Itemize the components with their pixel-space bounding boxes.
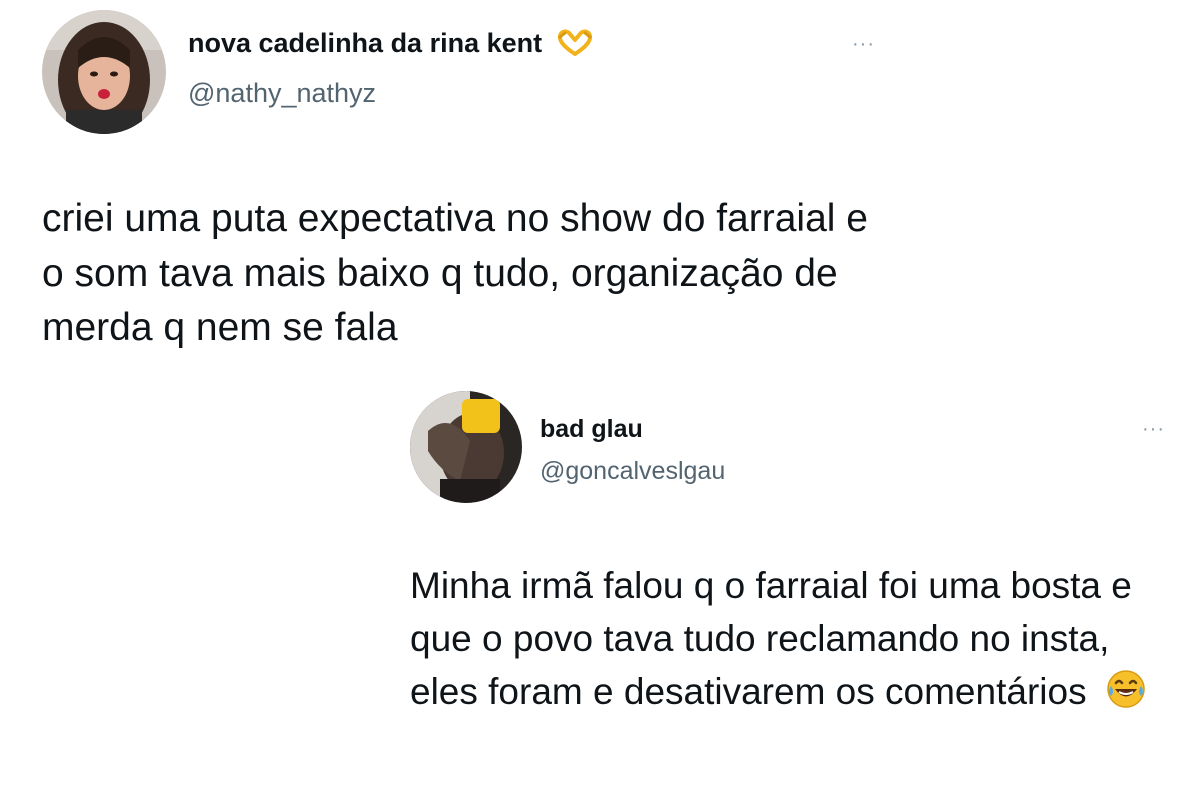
username-handle[interactable]: @goncalveslgau bbox=[540, 457, 725, 486]
heart-hands-icon bbox=[556, 28, 594, 63]
tweet-text: Minha irmã falou q o farraial foi uma bo… bbox=[410, 560, 1170, 725]
display-name[interactable]: nova cadelinha da rina kent bbox=[188, 28, 594, 63]
username-handle[interactable]: @nathy_nathyz bbox=[188, 78, 376, 109]
more-options-icon[interactable]: ··· bbox=[852, 34, 875, 54]
tweet-text: criei uma puta expectativa no show do fa… bbox=[42, 197, 868, 350]
more-options-icon[interactable]: ··· bbox=[1142, 419, 1165, 439]
tweet-2: bad glau @goncalveslgau ··· Minha irmã f… bbox=[400, 385, 1200, 800]
avatar[interactable] bbox=[42, 10, 166, 134]
display-name[interactable]: bad glau bbox=[540, 415, 643, 444]
tweet-1: nova cadelinha da rina kent @nathy_nathy… bbox=[0, 0, 1200, 440]
avatar[interactable] bbox=[410, 391, 522, 503]
laughing-tears-emoji-icon bbox=[1105, 668, 1147, 725]
